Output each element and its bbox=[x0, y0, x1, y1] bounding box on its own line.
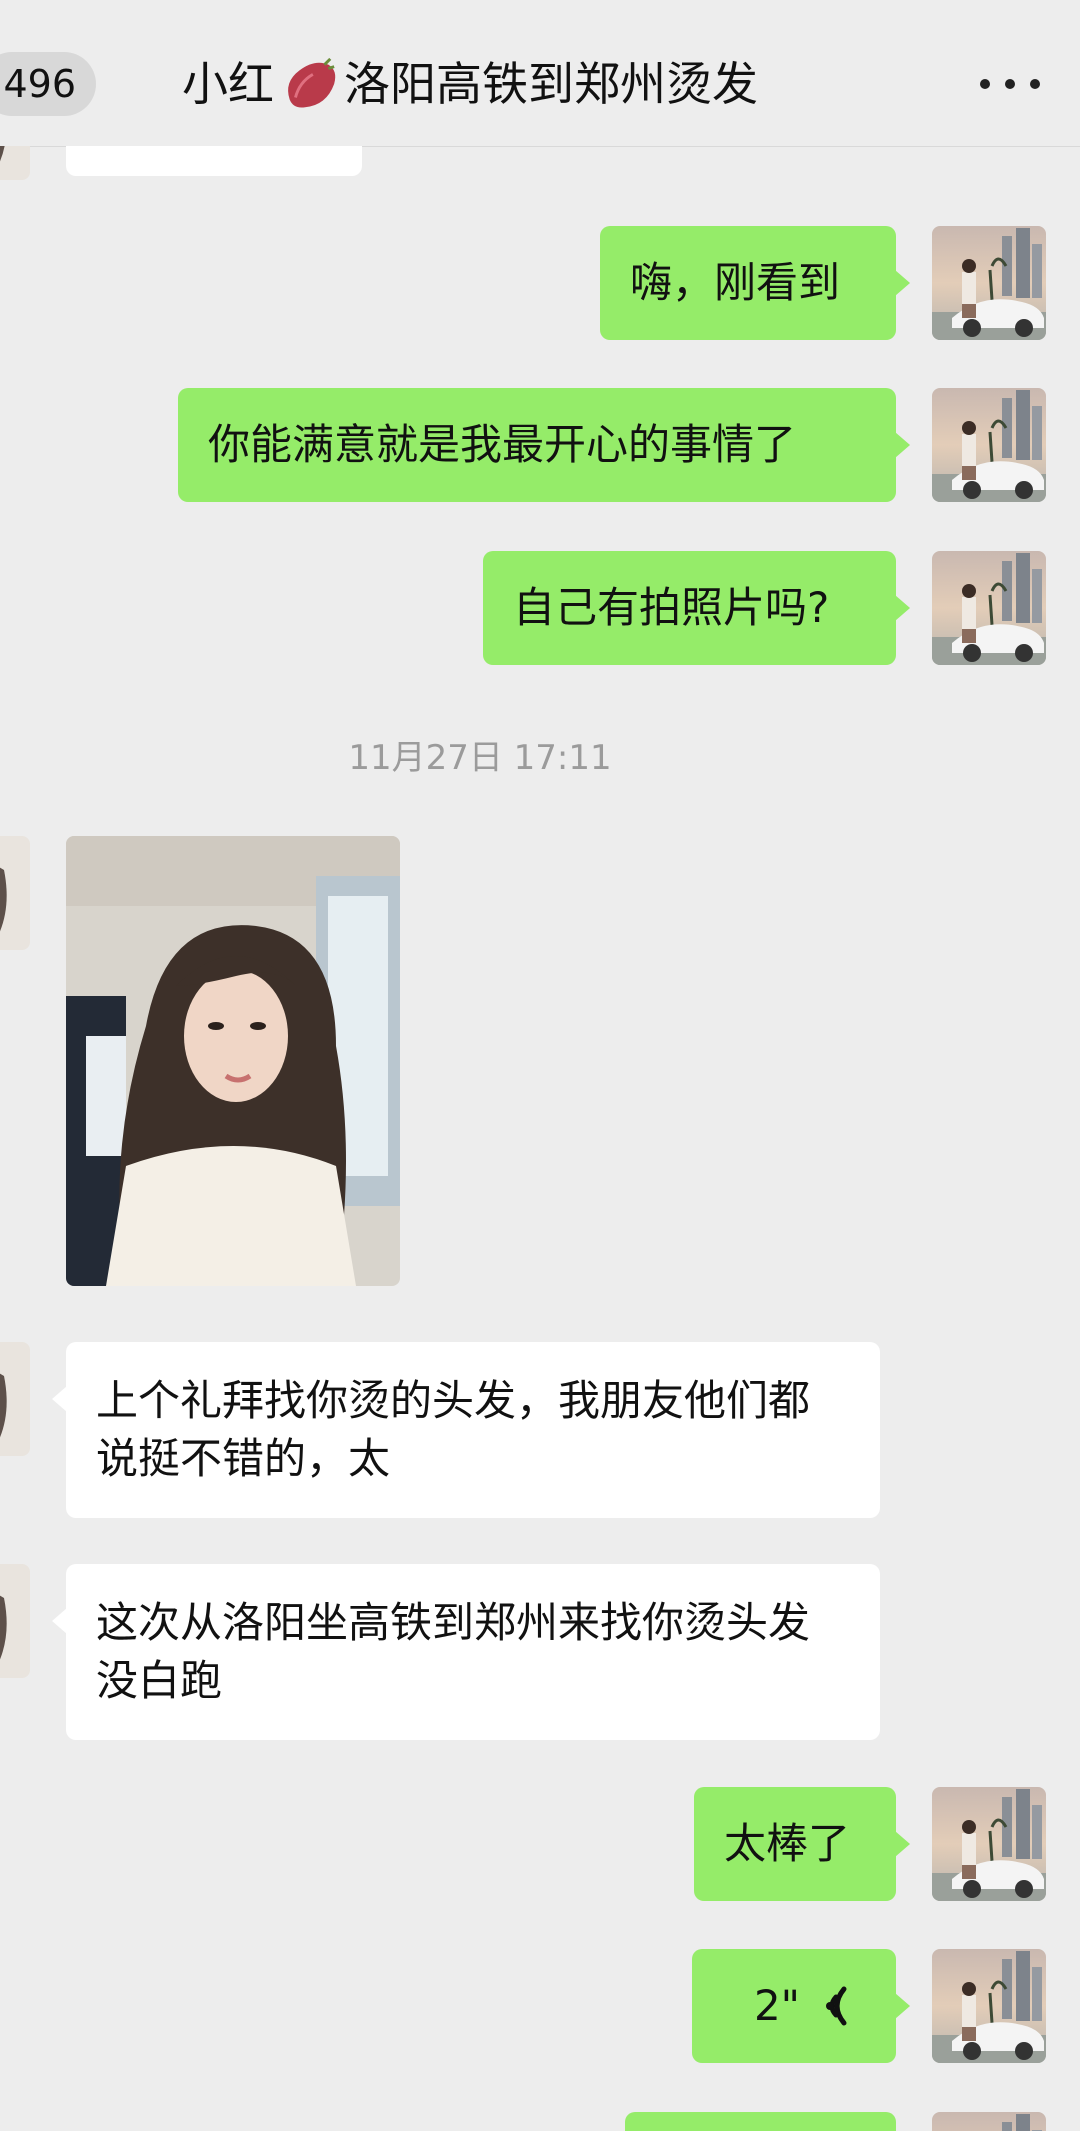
message-text: 你能满意就是我最开心的事情了 bbox=[208, 420, 797, 469]
message-text: 太棒了 bbox=[724, 1819, 851, 1868]
my-avatar[interactable] bbox=[932, 1949, 1046, 2063]
my-avatar[interactable] bbox=[932, 388, 1046, 502]
my-avatar[interactable] bbox=[932, 2112, 1046, 2131]
message-list[interactable]: 嗨，刚看到 你能满意就是我最开心的事情了 自己有拍照片吗? 11月27日 17:… bbox=[0, 146, 1080, 2131]
voice-wave-icon bbox=[826, 1986, 847, 2026]
sent-message[interactable]: 你能满意就是我最开心的事情了 bbox=[178, 388, 910, 502]
chat-header: 496 小红 洛阳高铁到郑州烫发 bbox=[0, 0, 1080, 147]
title-name: 小红 bbox=[182, 57, 274, 111]
message-text: 上个礼拜找你烫的头发，我朋友他们都说挺不错的，太 bbox=[96, 1376, 811, 1483]
message-text: 这次从洛阳坐高铁到郑州来找你烫头发 没白跑 bbox=[96, 1598, 811, 1705]
contact-avatar[interactable] bbox=[0, 146, 30, 180]
contact-avatar[interactable] bbox=[0, 1564, 30, 1678]
received-message[interactable]: 上个礼拜找你烫的头发，我朋友他们都说挺不错的，太 bbox=[52, 1342, 880, 1518]
voice-duration: 2" bbox=[753, 1981, 800, 2030]
my-avatar[interactable] bbox=[932, 1787, 1046, 1901]
selfie-photo bbox=[66, 836, 400, 1286]
photo-message[interactable] bbox=[66, 836, 400, 1286]
chat-title: 小红 洛阳高铁到郑州烫发 bbox=[182, 52, 758, 116]
message-bubble-partial bbox=[66, 146, 362, 176]
sent-message[interactable]: 嗨，刚看到 bbox=[600, 226, 910, 340]
sweet-potato-icon bbox=[288, 57, 336, 108]
sent-message-partial bbox=[625, 2112, 896, 2131]
more-icon[interactable] bbox=[980, 70, 1040, 98]
unread-count: 496 bbox=[3, 62, 76, 106]
received-message[interactable]: 这次从洛阳坐高铁到郑州来找你烫头发 没白跑 bbox=[52, 1564, 880, 1740]
my-avatar[interactable] bbox=[932, 226, 1046, 340]
sent-message[interactable]: 自己有拍照片吗? bbox=[483, 551, 910, 665]
title-text: 洛阳高铁到郑州烫发 bbox=[344, 57, 758, 111]
back-button[interactable]: 496 bbox=[0, 52, 96, 116]
message-text: 自己有拍照片吗? bbox=[513, 583, 830, 632]
contact-avatar[interactable] bbox=[0, 836, 30, 950]
sent-message[interactable]: 太棒了 bbox=[694, 1787, 910, 1901]
voice-message[interactable]: 2" bbox=[692, 1949, 910, 2063]
contact-avatar[interactable] bbox=[0, 1342, 30, 1456]
my-avatar[interactable] bbox=[932, 551, 1046, 665]
timestamp: 11月27日 17:11 bbox=[348, 738, 612, 778]
message-text: 嗨，刚看到 bbox=[630, 258, 841, 307]
